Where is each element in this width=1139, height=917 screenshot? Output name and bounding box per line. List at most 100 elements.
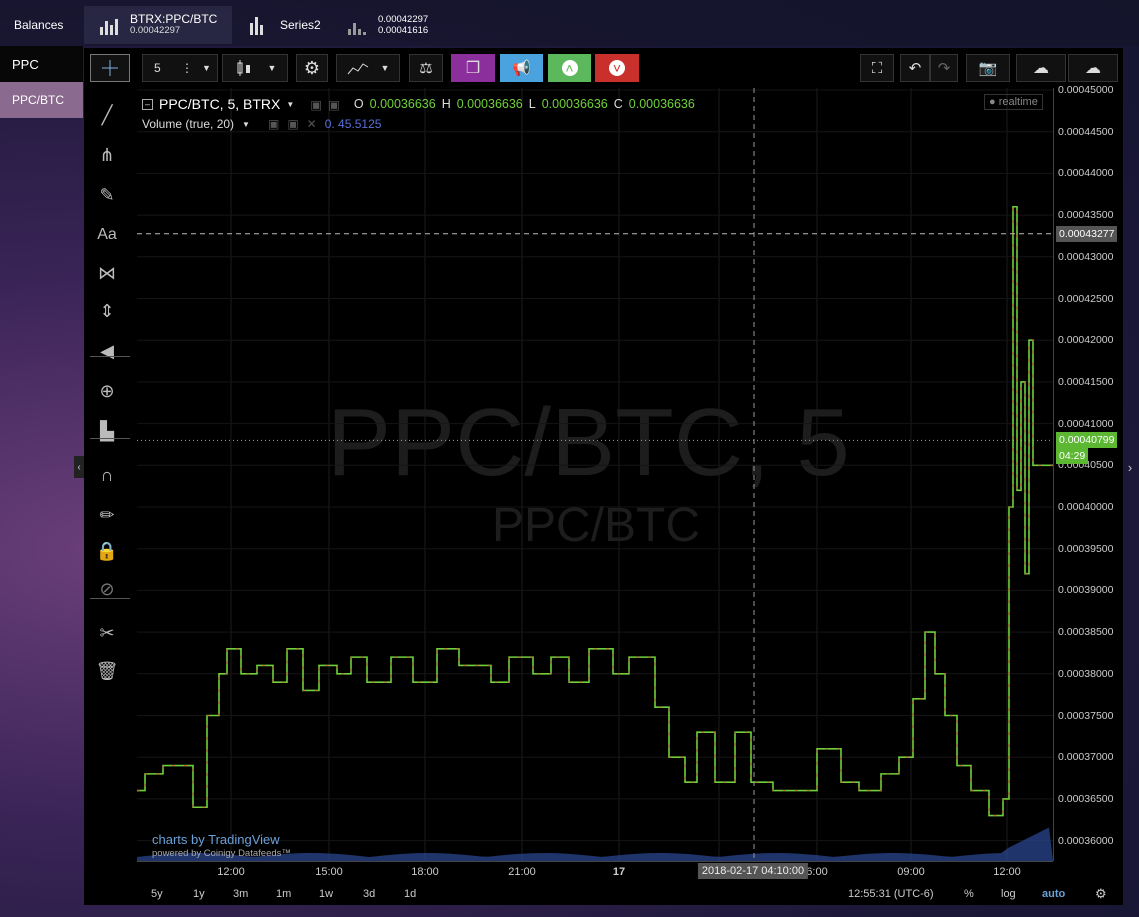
- delete-tool[interactable]: 🗑: [94, 658, 120, 684]
- pair-tab[interactable]: BTRX:PPC/BTC 0.00042297: [84, 6, 232, 44]
- trend-line-tool[interactable]: ╱: [94, 102, 120, 128]
- time-tick: 18:00: [411, 866, 439, 878]
- market-item-ppc[interactable]: PPC: [0, 46, 83, 82]
- balances-label: Balances: [14, 18, 64, 32]
- bid-value: 0.00042297: [378, 14, 429, 25]
- symbol-label[interactable]: PPC/BTC, 5, BTRX: [159, 96, 280, 112]
- gear-icon[interactable]: ▣: [287, 117, 298, 131]
- brush-tool[interactable]: ✎: [94, 182, 120, 208]
- clock[interactable]: 12:55:31 (UTC-6): [848, 888, 934, 900]
- realtime-label: realtime: [998, 96, 1038, 108]
- range-5y[interactable]: 5y: [151, 888, 163, 900]
- price-tick: 0.00041500: [1058, 375, 1114, 388]
- redo-button[interactable]: ↷: [930, 54, 958, 82]
- text-tool[interactable]: Aa: [94, 222, 120, 248]
- stay-drawing-tool[interactable]: ✏: [94, 502, 120, 528]
- price-axis[interactable]: 0.00045000 0.00044500 0.00044000 0.00043500…: [1053, 84, 1123, 861]
- back-tool[interactable]: ◀: [94, 338, 120, 364]
- chevron-down-icon[interactable]: ▼: [286, 100, 294, 109]
- series-title: Series2: [280, 18, 321, 32]
- camera-icon: 📷: [978, 60, 998, 77]
- depth-icon: [348, 15, 370, 35]
- toolbar-divider: [90, 356, 130, 357]
- auto-toggle[interactable]: auto: [1042, 888, 1065, 900]
- cube-icon: ❒: [465, 60, 481, 77]
- brush-icon: ✎: [99, 184, 115, 205]
- price-tick: 0.00038500: [1058, 626, 1114, 639]
- eye-icon[interactable]: ▣: [310, 97, 322, 112]
- range-3m[interactable]: 3m: [233, 888, 248, 900]
- indicators-button[interactable]: ▼: [336, 54, 400, 82]
- line-icon: ╱: [101, 104, 113, 125]
- gear-icon[interactable]: ⚙: [1095, 886, 1107, 902]
- chart-type-select[interactable]: ▼: [222, 54, 288, 82]
- lock-icon: 🔒: [95, 540, 119, 561]
- price-chart: [137, 88, 1053, 861]
- chevron-down-icon[interactable]: ▼: [242, 120, 250, 129]
- chevron-down-icon: ▼: [267, 63, 277, 73]
- ask-value: 0.00041616: [378, 25, 429, 36]
- pattern-tool[interactable]: ⋈: [94, 260, 120, 286]
- undo-icon: ↶: [908, 60, 922, 77]
- range-1y[interactable]: 1y: [193, 888, 205, 900]
- series-tab[interactable]: Series2: [250, 6, 321, 44]
- log-toggle[interactable]: log: [1001, 888, 1016, 900]
- undo-button[interactable]: ↶: [900, 54, 930, 82]
- tools-tool[interactable]: ✂: [94, 620, 120, 646]
- percent-toggle[interactable]: %: [964, 888, 974, 900]
- plot-area[interactable]: PPC/BTC, 5 PPC/BTC charts by TradingView…: [137, 88, 1053, 861]
- wrench-icon: ✂: [99, 622, 115, 643]
- magnet-tool[interactable]: ∩: [94, 462, 120, 488]
- lock-tool[interactable]: 🔒: [94, 538, 120, 564]
- fullscreen-icon: ⛶: [871, 59, 883, 77]
- pair-title: BTRX:PPC/BTC: [130, 12, 218, 26]
- tradingview-brand: charts by TradingView: [152, 832, 280, 847]
- pitchfork-tool[interactable]: ⋔: [94, 142, 120, 168]
- volume-label[interactable]: Volume (true, 20): [142, 117, 234, 131]
- arrow-left-icon: ◀: [100, 340, 114, 361]
- chart-toolbar: 5 ⋮ ▼ ▼ ⚙ ▼ ⚖ ❒ 📢 ˄ ˅ ⛶ ↶ ↷ 📷 ☁ ☁: [84, 48, 1123, 88]
- price-tick: 0.00042500: [1058, 292, 1114, 305]
- price-tick: 0.00037500: [1058, 709, 1114, 722]
- indicators-icon: [347, 63, 368, 75]
- zoom-tool[interactable]: ⊕: [94, 378, 120, 404]
- sell-button[interactable]: ˅: [595, 54, 639, 82]
- range-3d[interactable]: 3d: [363, 888, 375, 900]
- range-1d[interactable]: 1d: [404, 888, 416, 900]
- top-bar: Balances BTRX:PPC/BTC 0.00042297 Series2…: [0, 0, 1139, 46]
- collapse-icon[interactable]: –: [142, 98, 153, 110]
- bid-ask-tab[interactable]: 0.00042297 0.00041616: [348, 6, 428, 44]
- measure-icon: ⇕: [99, 300, 115, 321]
- text-icon: Aa: [97, 226, 117, 243]
- time-axis[interactable]: 12:00 15:00 18:00 21:00 17 6:00 09:00 12…: [137, 861, 1053, 885]
- collapse-left-icon[interactable]: ‹: [74, 456, 84, 478]
- ohlc-legend: – PPC/BTC, 5, BTRX ▼ ▣ ▣ O 0.00036636 H …: [142, 96, 695, 112]
- expand-right-icon[interactable]: ›: [1124, 456, 1136, 478]
- gear-icon[interactable]: ▣: [328, 97, 340, 112]
- cube-button[interactable]: ❒: [451, 54, 495, 82]
- range-1m[interactable]: 1m: [276, 888, 291, 900]
- announce-button[interactable]: 📢: [500, 54, 543, 82]
- range-1w[interactable]: 1w: [319, 888, 333, 900]
- eye-icon[interactable]: ▣: [268, 117, 279, 131]
- megaphone-icon: 📢: [512, 60, 531, 77]
- fullscreen-button[interactable]: ⛶: [860, 54, 894, 82]
- settings-button[interactable]: ⚙: [296, 54, 328, 82]
- price-tick: 0.00039500: [1058, 542, 1114, 555]
- interval-select[interactable]: 5 ⋮ ▼: [142, 54, 218, 82]
- tradingview-logo: charts by TradingView powered by Coinigy…: [152, 832, 291, 859]
- buy-button[interactable]: ˄: [548, 54, 591, 82]
- close-icon[interactable]: ✕: [307, 117, 317, 131]
- crosshair-time-label: 2018-02-17 04:10:00: [697, 863, 809, 879]
- ruler-tool[interactable]: ▙: [94, 418, 120, 444]
- more-icon: ⋮: [181, 61, 193, 75]
- balances-tab[interactable]: Balances: [14, 6, 63, 44]
- market-item-ppc-btc[interactable]: PPC/BTC: [0, 82, 83, 118]
- load-chart-button[interactable]: ☁: [1016, 54, 1066, 82]
- crosshair-tool-button[interactable]: [90, 54, 130, 82]
- snapshot-button[interactable]: 📷: [966, 54, 1010, 82]
- compare-button[interactable]: ⚖: [409, 54, 443, 82]
- save-chart-button[interactable]: ☁: [1068, 54, 1118, 82]
- time-tick: 15:00: [315, 866, 343, 878]
- measure-tool[interactable]: ⇕: [94, 298, 120, 324]
